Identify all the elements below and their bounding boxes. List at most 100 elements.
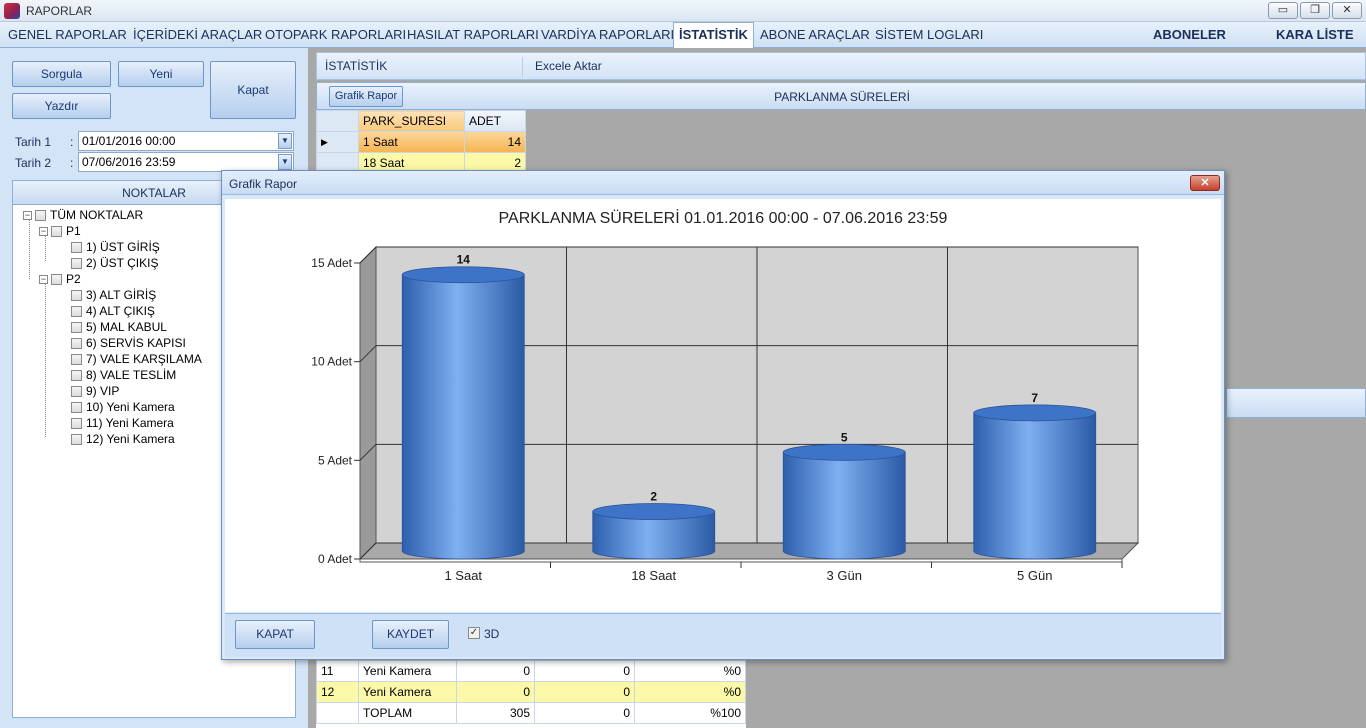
tarih2-field[interactable]: 07/06/2016 23:59 ▼ <box>78 152 294 172</box>
collapse-icon[interactable]: − <box>39 275 48 285</box>
x-tick-label: 5 Gün <box>1017 568 1052 583</box>
tree-node-p2[interactable]: − P2 <box>39 272 81 288</box>
tree-node-label: 8) VALE TESLİM <box>86 368 177 382</box>
row-selector-icon: ▶ <box>316 131 359 153</box>
col-park-suresi[interactable]: PARK_SURESI <box>358 110 465 132</box>
cell-value: 0 <box>534 681 635 703</box>
cell-value: 0 <box>534 702 635 724</box>
bar-top <box>401 266 525 284</box>
tarih2-dropdown-icon[interactable]: ▼ <box>278 154 292 170</box>
checkbox[interactable] <box>71 418 82 430</box>
menu-otopark-raporlari[interactable]: OTOPARK RAPORLARI <box>265 27 406 42</box>
checkbox[interactable] <box>51 226 62 238</box>
x-tick-label: 18 Saat <box>631 568 676 583</box>
col-adet[interactable]: ADET <box>464 110 526 132</box>
tree-node-leaf[interactable]: 10) Yeni Kamera <box>71 400 175 416</box>
menu-kara-liste[interactable]: KARA LİSTE <box>1276 27 1354 42</box>
checkbox[interactable] <box>51 274 62 286</box>
checkbox[interactable] <box>71 370 82 382</box>
tree-node-root[interactable]: − TÜM NOKTALAR <box>23 208 143 224</box>
tree-node-leaf[interactable]: 9) VIP <box>71 384 119 400</box>
checkbox[interactable] <box>71 258 82 270</box>
park-grid: PARK_SURESI ADET ▶ 1 Saat 14 18 Saat 2 <box>316 110 526 174</box>
tree-node-leaf[interactable]: 12) Yeni Kamera <box>71 432 175 448</box>
dialog-close-icon[interactable]: ✕ <box>1190 175 1220 191</box>
bar-top <box>592 503 716 520</box>
tree-node-leaf[interactable]: 4) ALT ÇIKIŞ <box>71 304 155 320</box>
tree-node-label: 9) VIP <box>86 384 120 398</box>
tarih1-field[interactable]: 01/01/2016 00:00 ▼ <box>78 131 294 151</box>
tarih2-value: 07/06/2016 23:59 <box>82 155 176 169</box>
tree-node-label: 4) ALT ÇIKIŞ <box>86 304 155 318</box>
menu-sistem-loglari[interactable]: SİSTEM LOGLARI <box>875 27 983 42</box>
tree-node-label: 5) MAL KABUL <box>86 320 167 334</box>
tree-node-label: 6) SERVİS KAPISI <box>86 336 186 350</box>
tree-node-leaf[interactable]: 5) MAL KABUL <box>71 320 167 336</box>
tree-line <box>29 219 30 279</box>
3d-checkbox[interactable]: ✓ <box>468 627 480 639</box>
collapse-icon[interactable]: − <box>23 211 32 221</box>
chart-toolbar: Grafik Rapor PARKLANMA SÜRELERİ <box>316 82 1366 110</box>
chart-canvas: PARKLANMA SÜRELERİ 01.01.2016 00:00 - 07… <box>225 199 1221 612</box>
tree-node-label: 2) ÜST ÇIKIŞ <box>86 256 159 270</box>
menu-istatistik[interactable]: İSTATİSTİK <box>673 22 754 48</box>
tree-node-label: 12) Yeni Kamera <box>86 432 175 446</box>
menu-abone-araclar[interactable]: ABONE ARAÇLAR <box>760 27 870 42</box>
checkbox[interactable] <box>71 402 82 414</box>
tree-node-leaf[interactable]: 2) ÜST ÇIKIŞ <box>71 256 158 272</box>
section-title: PARKLANMA SÜRELERİ <box>774 90 910 104</box>
cell-no <box>316 702 359 724</box>
menu-hasilat-raporlari[interactable]: HASILAT RAPORLARI <box>407 27 539 42</box>
minimize-button[interactable]: ▭ <box>1268 2 1298 19</box>
tree-node-leaf[interactable]: 8) VALE TESLİM <box>71 368 176 384</box>
tree-node-label: 10) Yeni Kamera <box>86 400 175 414</box>
kapat-dialog-button[interactable]: KAPAT <box>235 620 315 649</box>
tree-node-leaf[interactable]: 11) Yeni Kamera <box>71 416 174 432</box>
menu-aboneler[interactable]: ABONELER <box>1153 27 1226 42</box>
checkbox[interactable] <box>71 338 82 350</box>
table-row[interactable]: 12 Yeni Kamera 0 0 %0 <box>316 681 746 703</box>
table-row[interactable]: 11 Yeni Kamera 0 0 %0 <box>316 660 746 682</box>
tarih2-colon: : <box>70 156 74 170</box>
checkbox[interactable] <box>35 210 46 222</box>
tree-node-label: 1) ÜST GİRİŞ <box>86 240 160 254</box>
menu-genel-raporlar[interactable]: GENEL RAPORLAR <box>8 27 127 42</box>
restore-button[interactable]: ❐ <box>1300 2 1330 19</box>
tree-line <box>45 283 46 437</box>
yeni-button[interactable]: Yeni <box>118 61 204 87</box>
bar-chart: PARKLANMA SÜRELERİ 01.01.2016 00:00 - 07… <box>311 208 1140 583</box>
tarih1-dropdown-icon[interactable]: ▼ <box>278 133 292 149</box>
table-row[interactable]: ▶ 1 Saat 14 <box>316 131 526 153</box>
menu-vardiya-raporlari[interactable]: VARDİYA RAPORLARI <box>541 27 674 42</box>
checkbox[interactable] <box>71 322 82 334</box>
sorgula-button[interactable]: Sorgula <box>12 61 111 87</box>
tree-node-leaf[interactable]: 7) VALE KARŞILAMA <box>71 352 202 368</box>
grid-corner <box>316 110 359 132</box>
tree-node-leaf[interactable]: 1) ÜST GİRİŞ <box>71 240 160 256</box>
y-tick-label: 10 Adet <box>311 355 352 369</box>
tree-node-p1[interactable]: − P1 <box>39 224 81 240</box>
checkbox[interactable] <box>71 306 82 318</box>
checkbox[interactable] <box>71 434 82 446</box>
tree-node-label: 11) Yeni Kamera <box>86 416 174 430</box>
sub-toolbar: İSTATİSTİK Excele Aktar <box>316 52 1366 80</box>
kaydet-button[interactable]: KAYDET <box>372 620 449 649</box>
checkbox[interactable] <box>71 290 82 302</box>
cell-park-suresi: 1 Saat <box>358 131 465 153</box>
close-window-button[interactable]: ✕ <box>1332 2 1362 19</box>
cell-name: Yeni Kamera <box>358 681 457 703</box>
cell-value: 0 <box>534 660 635 682</box>
x-tick-label: 3 Gün <box>827 568 862 583</box>
checkbox[interactable] <box>71 354 82 366</box>
yazdir-button[interactable]: Yazdır <box>12 93 111 119</box>
checkbox[interactable] <box>71 242 82 254</box>
collapse-icon[interactable]: − <box>39 227 48 237</box>
cell-name: Yeni Kamera <box>358 660 457 682</box>
kapat-button[interactable]: Kapat <box>210 61 296 119</box>
table-row-total[interactable]: TOPLAM 305 0 %100 <box>316 702 746 724</box>
tree-node-leaf[interactable]: 3) ALT GİRİŞ <box>71 288 156 304</box>
checkbox[interactable] <box>71 386 82 398</box>
excele-aktar-button[interactable]: Excele Aktar <box>535 59 602 73</box>
tree-node-leaf[interactable]: 6) SERVİS KAPISI <box>71 336 186 352</box>
menu-icerideki-araclar[interactable]: İÇERİDEKİ ARAÇLAR <box>133 27 262 42</box>
